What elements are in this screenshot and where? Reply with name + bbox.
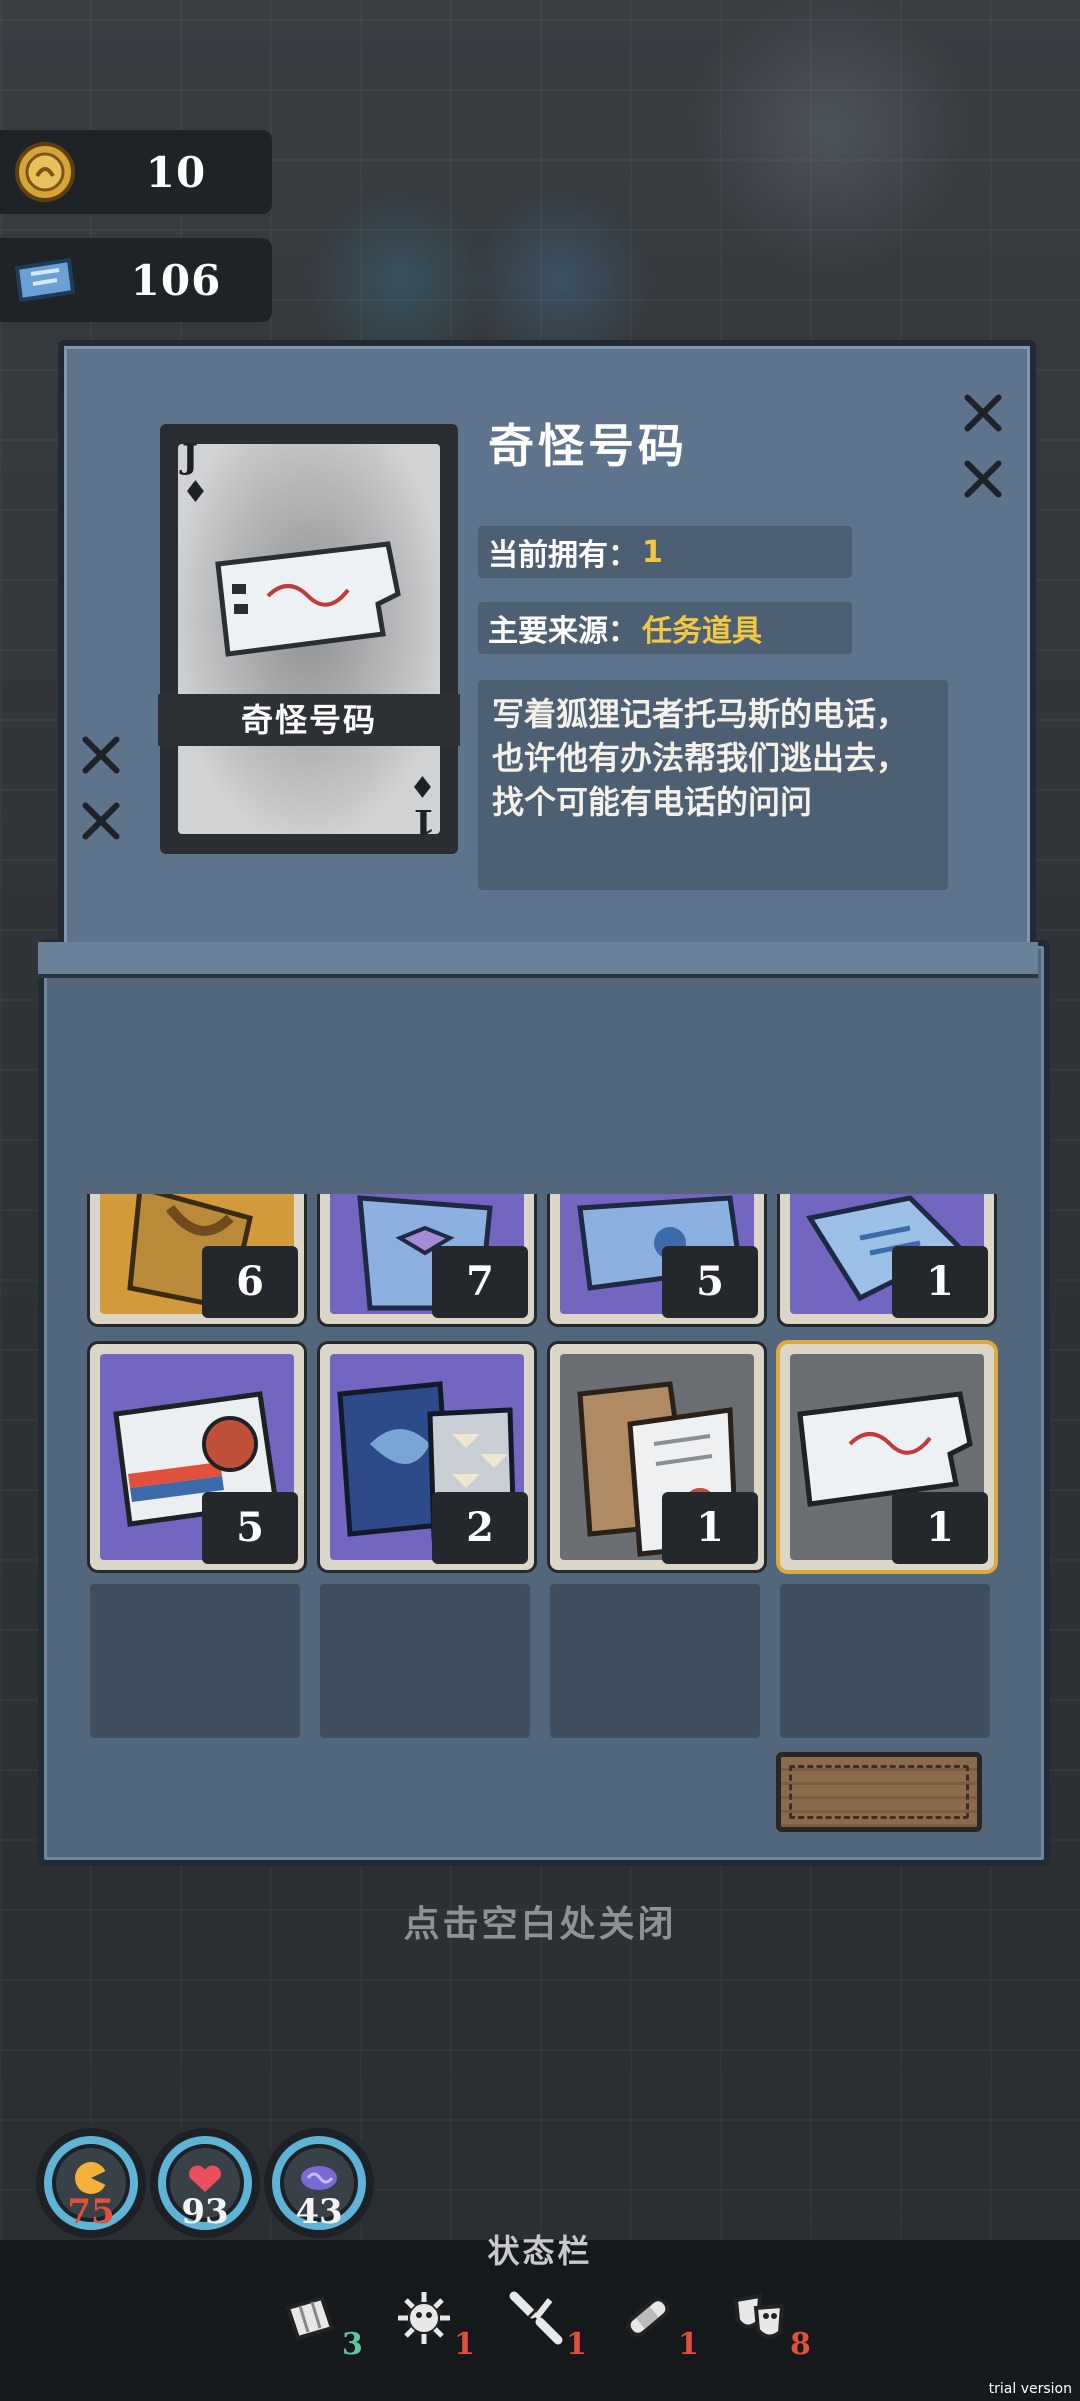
close-icon-2[interactable] — [960, 456, 1006, 502]
item-count: 1 — [662, 1492, 758, 1564]
virus-count: 1 — [454, 2327, 475, 2362]
status-bar-title: 状态栏 — [487, 2232, 593, 2270]
owned-value: 1 — [642, 534, 663, 570]
ticket-icon — [10, 245, 80, 315]
inventory-slot[interactable]: 1 — [780, 1194, 994, 1324]
broken-bone-icon[interactable]: 1 — [506, 2288, 616, 2362]
inventory-slot[interactable]: 5 — [90, 1344, 304, 1570]
empty-slot[interactable] — [90, 1584, 300, 1738]
plaster-icon[interactable]: 1 — [618, 2288, 728, 2362]
panel-fold — [38, 942, 1038, 978]
inventory-slot[interactable]: 2 — [320, 1344, 534, 1570]
sanity-stat[interactable]: 43 — [264, 2128, 374, 2238]
coin-counter: 10 — [0, 130, 272, 214]
inventory-slot[interactable]: 6 — [90, 1194, 304, 1324]
item-count: 5 — [202, 1492, 298, 1564]
empty-slot[interactable] — [320, 1584, 530, 1738]
item-description: 写着狐狸记者托马斯的电话，也许他有办法帮我们逃出去，找个可能有电话的问问 — [478, 680, 948, 890]
x-mark-icon-2 — [78, 798, 124, 844]
coin-icon — [10, 137, 80, 207]
use-button[interactable] — [776, 1752, 982, 1832]
item-count: 7 — [432, 1246, 528, 1318]
item-card: J ♦ 1 ♦ 奇怪号码 — [158, 424, 460, 854]
item-count: 2 — [432, 1492, 528, 1564]
virus-icon[interactable]: 1 — [394, 2288, 504, 2362]
inventory-slot[interactable]: 1 — [550, 1344, 764, 1570]
source-label: 主要来源： — [488, 614, 638, 649]
inventory-slot[interactable]: 7 — [320, 1194, 534, 1324]
item-count: 1 — [892, 1492, 988, 1564]
hunger-stat[interactable]: 75 — [36, 2128, 146, 2238]
card-rank-top: J ♦ — [182, 437, 209, 510]
x-mark-icon — [78, 732, 124, 778]
close-hint: 点击空白处关闭 — [403, 1904, 677, 1945]
plaster-count: 1 — [678, 2327, 699, 2362]
card-label: 奇怪号码 — [158, 694, 460, 746]
ticket-value: 106 — [130, 255, 222, 305]
card-rank-bottom: 1 ♦ — [409, 768, 436, 841]
empty-slot[interactable] — [780, 1584, 990, 1738]
item-title: 奇怪号码 — [488, 419, 688, 473]
bandage-icon[interactable]: 3 — [282, 2288, 392, 2362]
card-face — [178, 444, 440, 834]
masks-count: 8 — [790, 2327, 811, 2362]
source-value: 任务道具 — [642, 614, 762, 649]
health-stat[interactable]: 93 — [150, 2128, 260, 2238]
broken-bone-count: 1 — [566, 2327, 587, 2362]
coin-value: 10 — [145, 147, 207, 197]
close-icon[interactable] — [960, 390, 1006, 436]
item-count: 6 — [202, 1246, 298, 1318]
owned-row: 当前拥有： 1 — [478, 526, 852, 578]
item-count: 1 — [892, 1246, 988, 1318]
trial-watermark: trial version — [988, 2381, 1072, 2397]
owned-label: 当前拥有： — [488, 538, 638, 573]
inventory-slot-selected[interactable]: 1 — [780, 1344, 994, 1570]
phone-note-icon — [215, 541, 401, 657]
item-count: 5 — [662, 1246, 758, 1318]
inventory-slot[interactable]: 5 — [550, 1194, 764, 1324]
masks-icon[interactable]: 8 — [730, 2288, 840, 2362]
empty-slot[interactable] — [550, 1584, 760, 1738]
source-row: 主要来源： 任务道具 — [478, 602, 852, 654]
ticket-counter: 106 — [0, 238, 272, 322]
inventory-grid: 6 7 5 1 5 2 1 1 — [80, 1194, 1000, 1754]
bandage-count: 3 — [342, 2327, 363, 2362]
